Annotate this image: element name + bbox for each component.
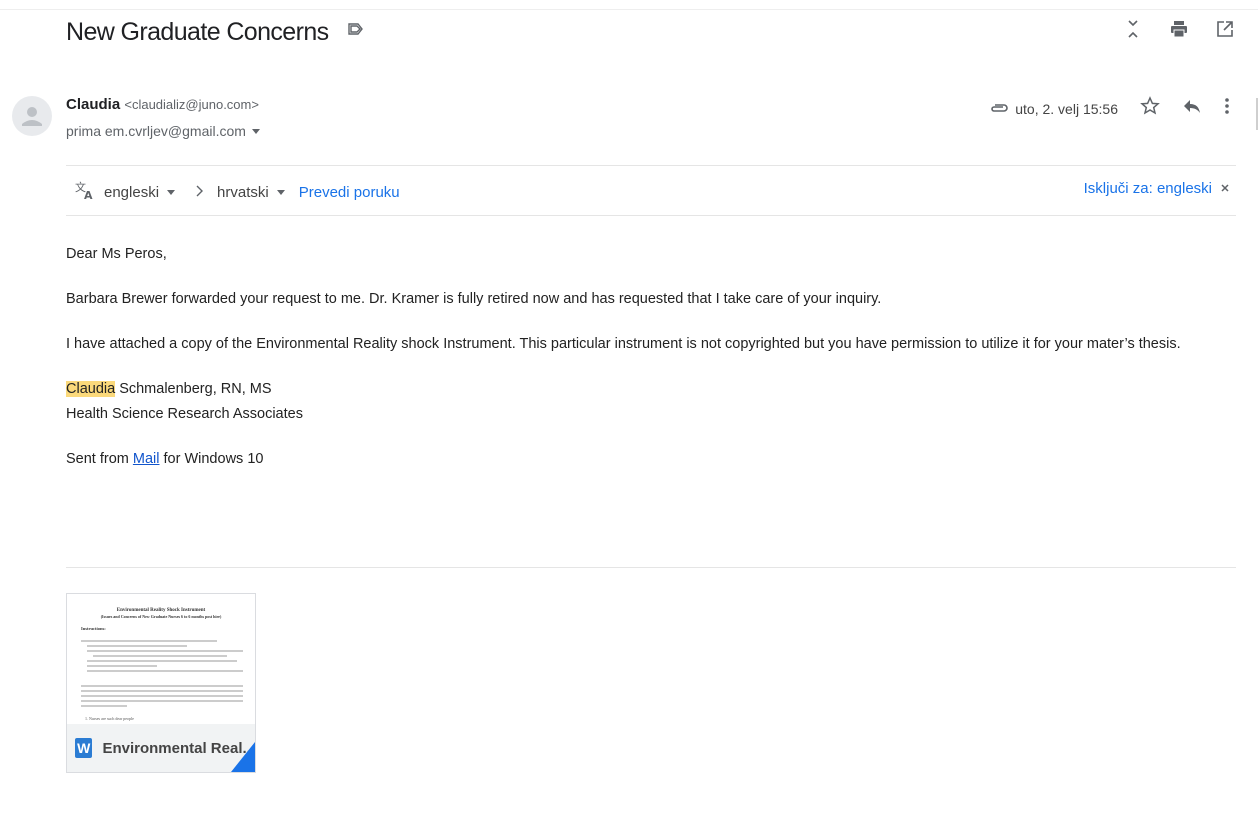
header-divider [66, 165, 1236, 166]
message-date: uto, 2. velj 15:56 [1015, 100, 1118, 117]
mail-link[interactable]: Mail [133, 451, 160, 467]
sent-suffix: for Windows 10 [159, 451, 264, 467]
greeting: Dear Ms Peros, [66, 246, 167, 262]
turn-off-translate-link[interactable]: Isključi za: engleski [1084, 180, 1212, 197]
turn-off-translate: Isključi za: engleski [1084, 180, 1230, 197]
signature-name: Claudia Schmalenberg, RN, MS [66, 379, 1181, 399]
source-language-label: engleski [104, 183, 160, 201]
email-subject: New Graduate Concerns [66, 16, 365, 47]
sent-prefix: Sent from [66, 451, 133, 467]
subject-title: New Graduate Concerns [66, 18, 329, 46]
translate-message-link[interactable]: Prevedi poruku [299, 184, 400, 201]
message-body: Dear Ms Peros, Barbara Brewer forwarded … [66, 244, 1181, 469]
chevron-down-icon[interactable] [251, 128, 260, 134]
star-icon[interactable] [1140, 96, 1160, 121]
translate-bar: 文A engleski hrvatski Prevedi poruku [74, 180, 400, 204]
message-meta: uto, 2. velj 15:56 [989, 96, 1230, 121]
print-icon[interactable] [1168, 18, 1190, 40]
sender-line: Claudia <claudializ@juno.com> [66, 96, 259, 113]
attachment-preview: Environmental Reality Shock Instrument (… [67, 594, 255, 724]
more-vert-icon[interactable] [1224, 96, 1230, 121]
attachment-footer: W Environmental Real... [67, 724, 255, 772]
chevron-down-icon [276, 189, 285, 195]
target-language-select[interactable]: hrvatski [217, 184, 285, 201]
top-divider [0, 9, 1258, 10]
avatar[interactable] [12, 96, 52, 136]
translate-icon: 文A [74, 180, 96, 204]
sender-name[interactable]: Claudia [66, 96, 120, 113]
target-language-label: hrvatski [217, 183, 269, 201]
attachments-divider [66, 567, 1236, 568]
attachment-card[interactable]: Environmental Reality Shock Instrument (… [66, 593, 256, 773]
chevron-right-icon [195, 184, 204, 201]
translate-divider [66, 215, 1236, 216]
reply-icon[interactable] [1182, 96, 1202, 121]
preview-item: 1. Nurses are such dear people [85, 716, 134, 721]
label-icon[interactable] [347, 16, 365, 35]
svg-text:A: A [84, 189, 93, 200]
attachment-corner-fold [231, 742, 255, 772]
chevron-down-icon [167, 189, 176, 195]
close-icon[interactable] [1220, 180, 1230, 197]
body-paragraph-1: Barbara Brewer forwarded your request to… [66, 291, 882, 307]
preview-title: Environmental Reality Shock Instrument [117, 608, 206, 613]
preview-section: Instructions: [81, 626, 106, 631]
expand-collapse-icon[interactable] [1122, 18, 1144, 40]
body-paragraph-2: I have attached a copy of the Environmen… [66, 336, 1181, 352]
date-wrap: uto, 2. velj 15:56 [989, 101, 1118, 117]
highlighted-name: Claudia [66, 381, 116, 397]
word-icon: W [75, 738, 93, 758]
sender-email: <claudializ@juno.com> [124, 97, 259, 112]
recipient-line[interactable]: prima em.cvrljev@gmail.com [66, 123, 260, 139]
preview-subtitle: (Issues and Concerns of New Graduate Nur… [101, 614, 222, 619]
signature-org: Health Science Research Associates [66, 406, 303, 422]
attachment-icon [989, 101, 1009, 117]
source-language-select[interactable]: engleski [104, 183, 176, 201]
recipient-text: prima em.cvrljev@gmail.com [66, 123, 246, 139]
sent-from-line: Sent from Mail for Windows 10 [66, 449, 1181, 469]
new-window-icon[interactable] [1214, 18, 1236, 40]
signature-name-rest: Schmalenberg, RN, MS [115, 381, 272, 397]
header-actions [1122, 18, 1236, 40]
